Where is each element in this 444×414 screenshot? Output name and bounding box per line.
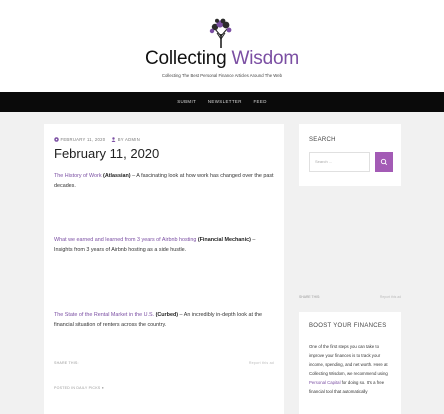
post-share-row: SHARE THIS: Report this ad bbox=[54, 361, 274, 365]
site-title-part2: Wisdom bbox=[231, 48, 300, 69]
site-title-part1: Collecting bbox=[145, 48, 227, 69]
post-title[interactable]: February 11, 2020 bbox=[54, 146, 159, 162]
personal-capital-link[interactable]: Personal Capital bbox=[309, 380, 341, 385]
post-item-source: (Atlassian) bbox=[103, 173, 131, 179]
nav-item-feed[interactable]: FEED bbox=[253, 99, 266, 104]
share-label: SHARE THIS: bbox=[299, 295, 321, 299]
post-item-link[interactable]: What we earned and learned from 3 years … bbox=[54, 237, 196, 243]
boost-widget-text: One of the first steps you can take to i… bbox=[309, 342, 393, 396]
post-item: The History of Work (Atlassian) – A fasc… bbox=[54, 171, 274, 191]
post-categories: POSTED IN DAILY PICKS ● bbox=[54, 386, 274, 390]
search-widget-title: SEARCH bbox=[309, 137, 336, 143]
search-input[interactable]: Search ... bbox=[309, 152, 370, 172]
sidebar-share-row: SHARE THIS: Report this ad bbox=[299, 295, 401, 299]
post-item-link[interactable]: The State of the Rental Market in the U.… bbox=[54, 312, 154, 318]
search-button[interactable] bbox=[375, 152, 393, 172]
site-tagline: Collecting The Best Personal Finance Art… bbox=[161, 73, 283, 78]
post-item-source: (Financial Mechanic) bbox=[197, 237, 251, 243]
tree-logo-icon[interactable] bbox=[208, 18, 234, 48]
user-icon bbox=[111, 137, 116, 143]
main-navigation: SUBMIT NEWSLETTER FEED bbox=[0, 92, 444, 112]
posted-in-link[interactable]: POSTED IN DAILY PICKS ● bbox=[54, 386, 104, 390]
site-header: Collecting Wisdom Collecting The Best Pe… bbox=[0, 0, 444, 92]
post-date[interactable]: FEBRUARY 11, 2020 bbox=[60, 137, 105, 142]
report-ad-link[interactable]: Report this ad bbox=[380, 295, 401, 299]
boost-text-part1: One of the first steps you can take to i… bbox=[309, 344, 388, 376]
search-icon bbox=[380, 158, 388, 166]
search-widget: SEARCH Search ... bbox=[299, 124, 401, 186]
post-item: The State of the Rental Market in the U.… bbox=[54, 310, 274, 330]
nav-item-submit[interactable]: SUBMIT bbox=[177, 99, 196, 104]
boost-finances-widget: BOOST YOUR FINANCES One of the first ste… bbox=[299, 312, 401, 414]
nav-item-newsletter[interactable]: NEWSLETTER bbox=[208, 99, 242, 104]
post-item: What we earned and learned from 3 years … bbox=[54, 235, 274, 255]
post-item-source: (Curbed) bbox=[155, 312, 179, 318]
share-label: SHARE THIS: bbox=[54, 361, 79, 365]
report-ad-link[interactable]: Report this ad bbox=[249, 361, 274, 365]
post-item-link[interactable]: The History of Work bbox=[54, 173, 102, 179]
post-author[interactable]: BY ADMIN bbox=[118, 137, 140, 142]
boost-widget-title: BOOST YOUR FINANCES bbox=[309, 323, 387, 329]
site-title[interactable]: Collecting Wisdom bbox=[0, 48, 444, 70]
post-meta: FEBRUARY 11, 2020 BY ADMIN bbox=[54, 137, 140, 143]
post-card: FEBRUARY 11, 2020 BY ADMIN February 11, … bbox=[44, 124, 284, 414]
calendar-icon bbox=[54, 137, 59, 143]
